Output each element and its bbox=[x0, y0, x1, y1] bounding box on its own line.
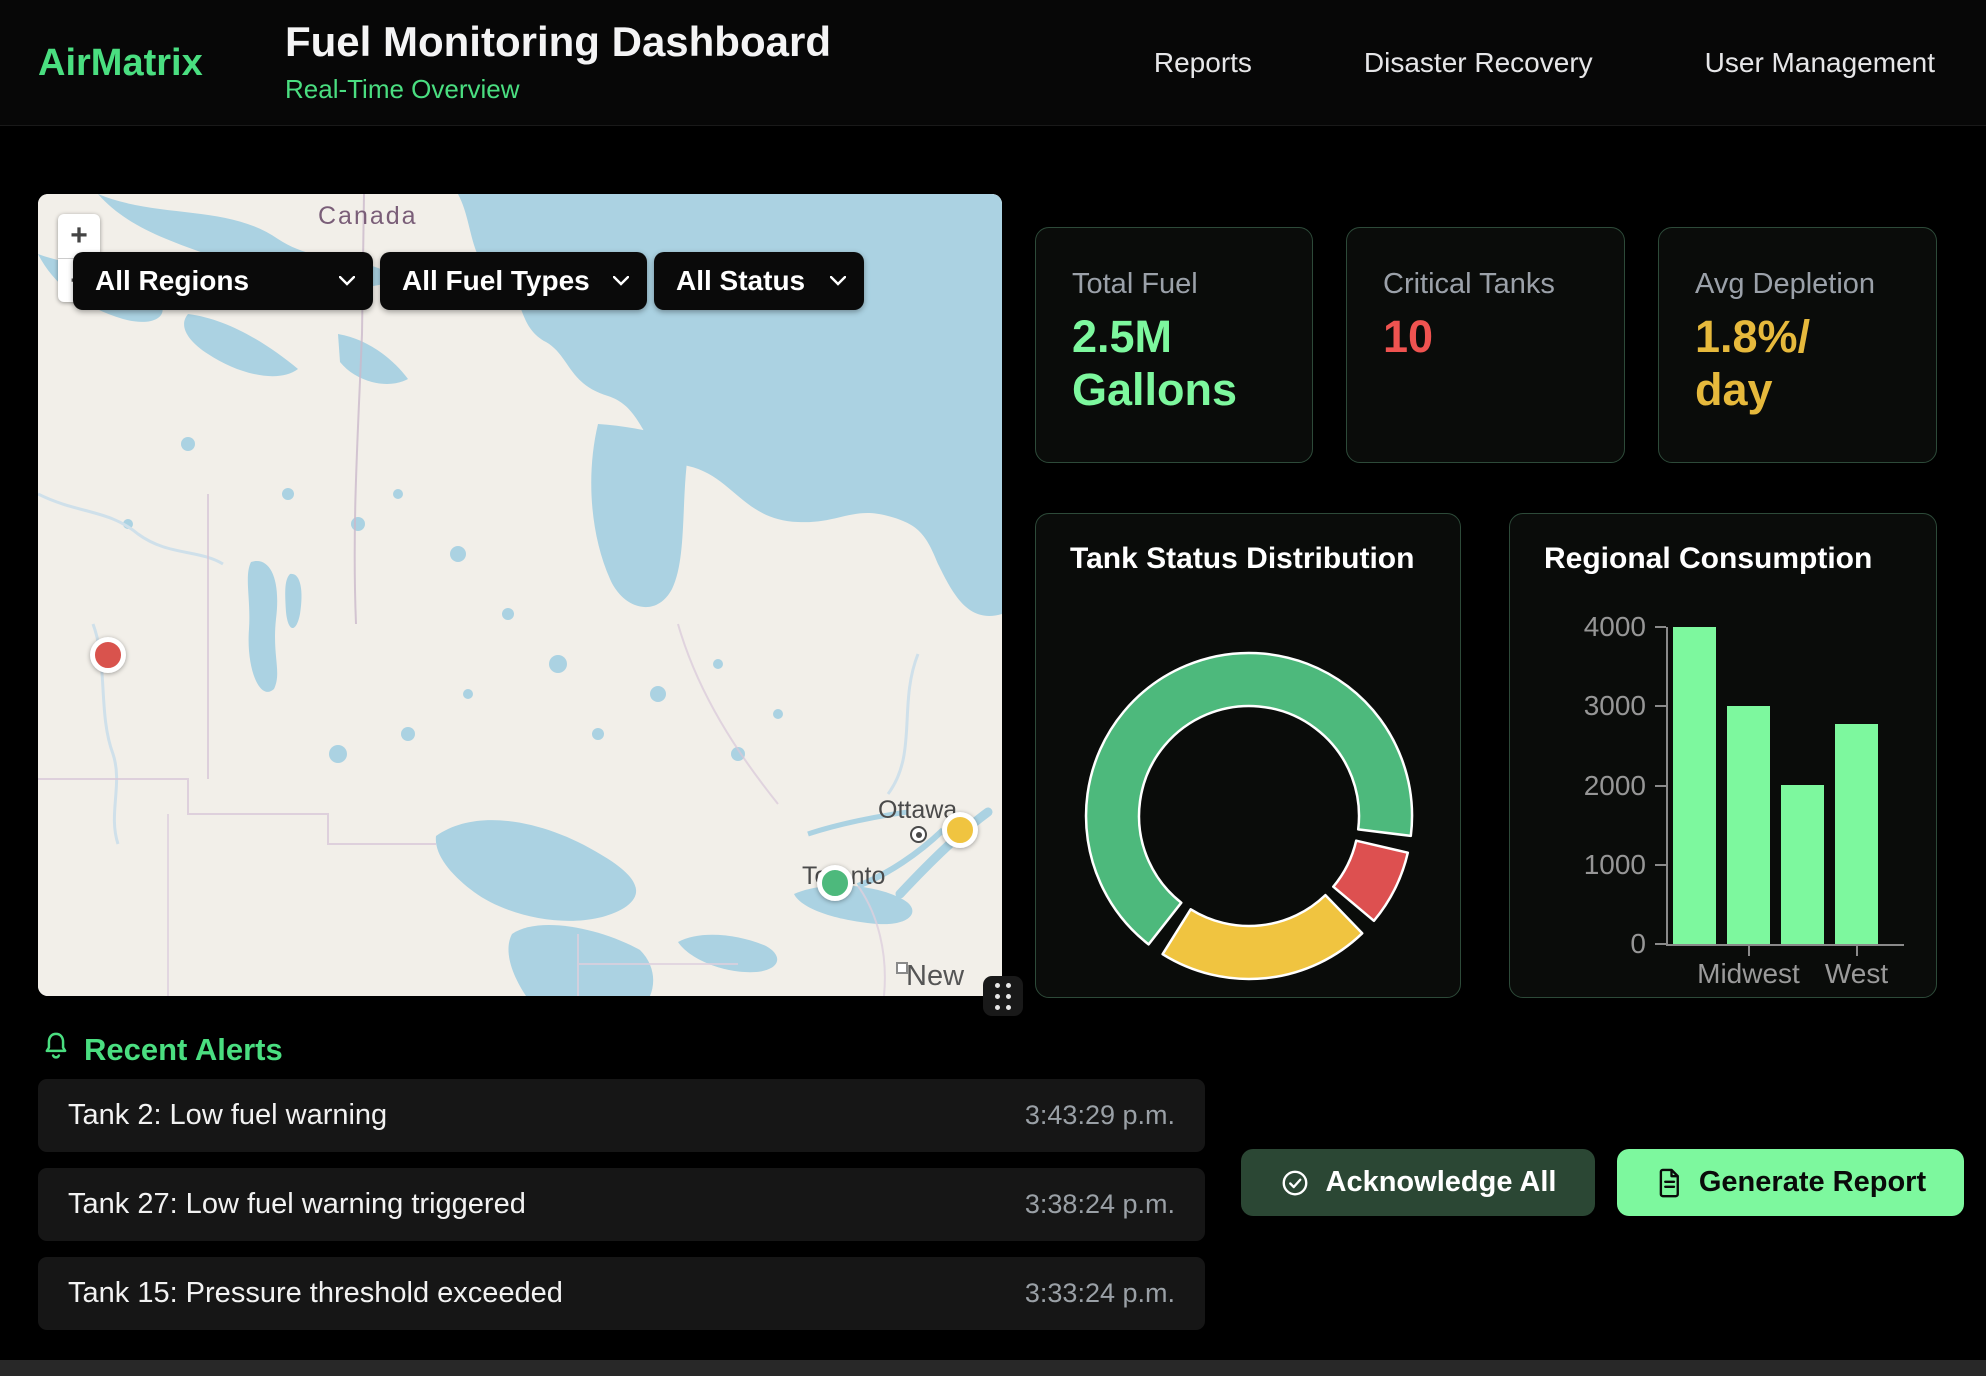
bell-icon bbox=[40, 1030, 72, 1064]
generate-report-button[interactable]: Generate Report bbox=[1617, 1149, 1964, 1216]
map-marker-warning[interactable] bbox=[942, 812, 978, 848]
alert-time: 3:43:29 p.m. bbox=[1025, 1100, 1175, 1131]
donut-segment-critical bbox=[1333, 841, 1408, 921]
y-tick-mark bbox=[1655, 943, 1666, 945]
stat-label: Avg Depletion bbox=[1695, 268, 1875, 301]
tank-status-card: Tank Status Distribution bbox=[1035, 513, 1461, 998]
y-axis-labels: 01000200030004000 bbox=[1510, 627, 1646, 944]
map-marker-normal[interactable] bbox=[817, 865, 853, 901]
regional-consumption-card: Regional Consumption 0 1000 2000 3000 4000 M… bbox=[1509, 513, 1937, 998]
fuel-type-filter-value: All Fuel Types bbox=[402, 265, 590, 297]
bar-0 bbox=[1673, 627, 1716, 944]
status-filter-dropdown[interactable]: All Status bbox=[654, 252, 864, 310]
y-tick-label: 1000 bbox=[1510, 849, 1646, 881]
alert-time: 3:33:24 p.m. bbox=[1025, 1278, 1175, 1309]
stat-label: Critical Tanks bbox=[1383, 268, 1555, 301]
bar-1 bbox=[1727, 706, 1770, 944]
stat-card-critical-tanks: Critical Tanks 10 bbox=[1346, 227, 1625, 463]
check-circle-icon bbox=[1280, 1168, 1310, 1198]
map-filters: All Regions All Fuel Types All Status bbox=[73, 252, 864, 310]
document-icon bbox=[1655, 1168, 1683, 1198]
dashboard-root: AirMatrix Fuel Monitoring Dashboard Real… bbox=[0, 0, 1986, 1376]
main-nav: Reports Disaster Recovery User Managemen… bbox=[1154, 0, 1935, 125]
map[interactable]: Canada Ottawa Toronto New York + − All R… bbox=[38, 194, 1002, 996]
page-title: Fuel Monitoring Dashboard bbox=[285, 18, 831, 66]
tank-status-donut bbox=[1079, 646, 1419, 986]
nav-reports[interactable]: Reports bbox=[1154, 47, 1252, 79]
bar-plot-area: MidwestWest bbox=[1666, 627, 1904, 946]
alert-row[interactable]: Tank 27: Low fuel warning triggered 3:38… bbox=[38, 1168, 1205, 1241]
y-tick-label: 3000 bbox=[1510, 690, 1646, 722]
alert-row[interactable]: Tank 15: Pressure threshold exceeded 3:3… bbox=[38, 1257, 1205, 1330]
status-filter-value: All Status bbox=[676, 265, 805, 297]
nav-disaster-recovery[interactable]: Disaster Recovery bbox=[1364, 47, 1593, 79]
y-tick-label: 4000 bbox=[1510, 611, 1646, 643]
regional-consumption-title: Regional Consumption bbox=[1544, 542, 1872, 576]
chevron-down-icon bbox=[613, 276, 629, 286]
bar-2 bbox=[1781, 785, 1824, 944]
map-marker-layer bbox=[38, 194, 1002, 996]
fuel-type-filter-dropdown[interactable]: All Fuel Types bbox=[380, 252, 647, 310]
chevron-down-icon bbox=[339, 276, 355, 286]
alert-text: Tank 15: Pressure threshold exceeded bbox=[68, 1277, 563, 1310]
y-tick-label: 0 bbox=[1510, 928, 1646, 960]
y-tick-mark bbox=[1655, 705, 1666, 707]
bar-3 bbox=[1835, 724, 1878, 944]
generate-report-label: Generate Report bbox=[1699, 1166, 1926, 1199]
acknowledge-all-button[interactable]: Acknowledge All bbox=[1241, 1149, 1595, 1216]
bottom-scrollbar[interactable] bbox=[0, 1360, 1986, 1376]
alerts-title: Recent Alerts bbox=[84, 1032, 283, 1068]
alert-text: Tank 2: Low fuel warning bbox=[68, 1099, 387, 1132]
stat-card-total-fuel: Total Fuel 2.5MGallons bbox=[1035, 227, 1313, 463]
header: AirMatrix Fuel Monitoring Dashboard Real… bbox=[0, 0, 1986, 126]
y-tick-mark bbox=[1655, 864, 1666, 866]
y-tick-mark bbox=[1655, 785, 1666, 787]
x-tick-mark bbox=[1748, 946, 1750, 956]
region-filter-value: All Regions bbox=[95, 265, 249, 297]
x-tick-label: West bbox=[1772, 958, 1942, 990]
acknowledge-all-label: Acknowledge All bbox=[1326, 1166, 1557, 1199]
alert-text: Tank 27: Low fuel warning triggered bbox=[68, 1188, 526, 1221]
donut-segment-warning bbox=[1163, 895, 1363, 979]
nav-user-management[interactable]: User Management bbox=[1705, 47, 1935, 79]
page-subtitle: Real-Time Overview bbox=[285, 74, 520, 105]
region-filter-dropdown[interactable]: All Regions bbox=[73, 252, 373, 310]
map-marker-critical[interactable] bbox=[90, 637, 126, 673]
tank-status-chart bbox=[1079, 646, 1419, 986]
stat-card-avg-depletion: Avg Depletion 1.8%/day bbox=[1658, 227, 1937, 463]
stat-value: 2.5MGallons bbox=[1072, 310, 1237, 416]
x-tick-mark bbox=[1856, 946, 1858, 956]
alert-time: 3:38:24 p.m. bbox=[1025, 1189, 1175, 1220]
stat-value: 10 bbox=[1383, 310, 1433, 363]
chevron-down-icon bbox=[830, 276, 846, 286]
y-tick-mark bbox=[1655, 626, 1666, 628]
alert-row[interactable]: Tank 2: Low fuel warning 3:43:29 p.m. bbox=[38, 1079, 1205, 1152]
y-tick-label: 2000 bbox=[1510, 770, 1646, 802]
stat-value: 1.8%/day bbox=[1695, 310, 1810, 416]
map-resize-handle[interactable] bbox=[983, 976, 1023, 1016]
tank-status-title: Tank Status Distribution bbox=[1070, 542, 1414, 576]
brand-logo: AirMatrix bbox=[38, 42, 203, 85]
stat-label: Total Fuel bbox=[1072, 268, 1198, 301]
